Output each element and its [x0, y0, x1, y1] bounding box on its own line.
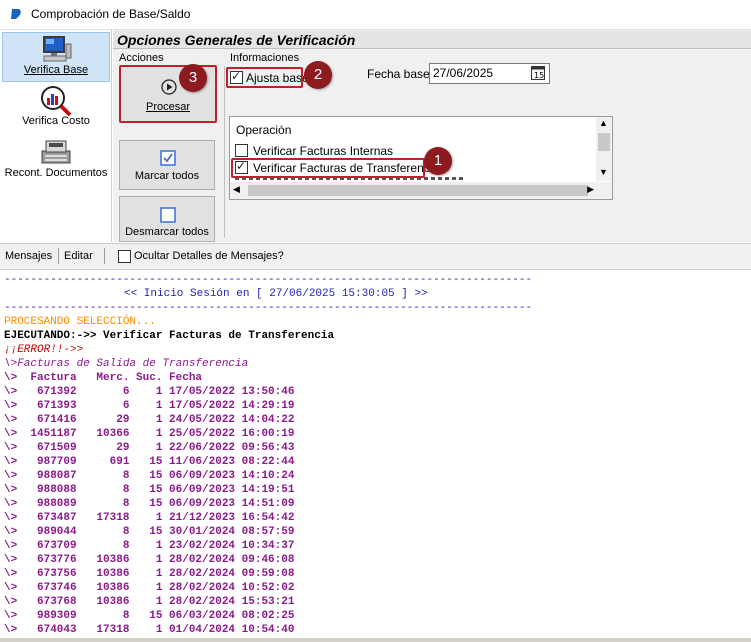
- sidebar-item-label: Recont. Documentos: [4, 167, 108, 179]
- annotation-badge-1: 1: [424, 147, 452, 175]
- menu-mensajes[interactable]: Mensajes: [5, 250, 52, 262]
- log-row: \> 673756 10386 1 28/02/2024 09:59:08: [4, 568, 295, 580]
- annotation-badge-3: 3: [179, 64, 207, 92]
- log-row: \> 989044 8 15 30/01/2024 08:57:59: [4, 526, 295, 538]
- log-row: \> 673768 10386 1 28/02/2024 15:53:21: [4, 596, 295, 608]
- log-row: \> 671509 29 1 22/06/2022 09:56:43: [4, 442, 295, 454]
- log-table-header: \> Factura Merc. Suc. Fecha: [4, 372, 203, 384]
- log-row: \> 671392 6 1 17/05/2022 13:50:46: [4, 386, 295, 398]
- acciones-label: Acciones: [119, 52, 164, 64]
- svg-text:15: 15: [534, 71, 544, 80]
- log-error: ¡¡ERROR!!->>: [4, 344, 84, 356]
- scrollbar-thumb[interactable]: [248, 185, 588, 196]
- app-icon: [11, 9, 21, 19]
- log-section-title: \>Facturas de Salida de Transferencia: [4, 358, 249, 370]
- sidebar-item-label: Verifica Costo: [22, 115, 90, 127]
- vertical-scrollbar[interactable]: ▲ ▼: [596, 117, 612, 181]
- group-divider: [224, 66, 225, 238]
- menu-editar[interactable]: Editar: [64, 250, 93, 262]
- desmarcar-label: Desmarcar todos: [125, 226, 209, 238]
- log-row: \> 673776 10386 1 28/02/2024 09:46:08: [4, 554, 295, 566]
- scroll-right-icon[interactable]: ▶: [587, 184, 594, 195]
- log-procesando: PROCESANDO SELECCIÓN...: [4, 316, 156, 328]
- menu-divider: [58, 248, 59, 264]
- title-bar: Comprobación de Base/Saldo: [0, 0, 751, 30]
- window-title: Comprobación de Base/Saldo: [31, 7, 191, 21]
- desmarcar-todos-button[interactable]: Desmarcar todos: [119, 196, 215, 242]
- sidebar-item-label: Verifica Base: [23, 64, 89, 76]
- log-row: \> 671393 6 1 17/05/2022 14:29:19: [4, 400, 295, 412]
- checkbox-checked-icon: [160, 150, 176, 166]
- log-row: \> 673487 17318 1 21/12/2023 16:54:42: [4, 512, 295, 524]
- cash-register-icon: [41, 140, 71, 164]
- sidebar-item-verifica-base[interactable]: Verifica Base: [2, 32, 110, 82]
- log-row: \> 987709 691 15 11/06/2023 08:22:44: [4, 456, 295, 468]
- scroll-up-icon[interactable]: ▲: [599, 118, 608, 128]
- marcar-label: Marcar todos: [134, 170, 200, 182]
- log-row: \> 674043 17318 1 01/04/2024 10:54:40: [4, 624, 295, 636]
- operacion-checkbox[interactable]: [235, 144, 248, 157]
- horizontal-scrollbar[interactable]: ◀ ▶: [230, 182, 612, 199]
- scrollbar-thumb[interactable]: [598, 133, 610, 151]
- messages-toolbar: Mensajes Editar Ocultar Detalles de Mens…: [0, 243, 751, 270]
- scroll-down-icon[interactable]: ▼: [599, 167, 608, 177]
- log-row: \> 988088 8 15 06/09/2023 14:19:51: [4, 484, 295, 496]
- log-separator: ----------------------------------------…: [4, 302, 533, 314]
- panel-title: Opciones Generales de Verificación: [113, 31, 751, 49]
- sidebar: Verifica Base Verifica Costo Recont. Doc…: [0, 30, 112, 242]
- message-log[interactable]: ----------------------------------------…: [0, 271, 751, 638]
- sidebar-item-verifica-costo[interactable]: Verifica Costo: [2, 85, 110, 133]
- marcar-todos-button[interactable]: Marcar todos: [119, 140, 215, 190]
- checkbox-empty-icon: [160, 207, 176, 223]
- log-separator: ----------------------------------------…: [4, 274, 533, 286]
- log-row: \> 988087 8 15 06/09/2023 14:10:24: [4, 470, 295, 482]
- informaciones-label: Informaciones: [230, 52, 300, 64]
- ocultar-detalles-label: Ocultar Detalles de Mensajes?: [134, 250, 284, 262]
- highlight-transferencia: [231, 158, 425, 178]
- log-session-start: << Inicio Sesión en [ 27/06/2025 15:30:0…: [124, 288, 428, 300]
- annotation-badge-2: 2: [304, 61, 332, 89]
- calendar-icon[interactable]: 15: [531, 66, 545, 80]
- status-bar: [0, 638, 751, 642]
- log-row: \> 673709 8 1 23/02/2024 10:34:37: [4, 540, 295, 552]
- menu-divider: [104, 248, 105, 264]
- magnifier-chart-icon: [41, 86, 72, 117]
- highlight-ajusta-base: [226, 67, 303, 88]
- scroll-left-icon[interactable]: ◀: [233, 184, 240, 195]
- sidebar-item-recont-documentos[interactable]: Recont. Documentos: [2, 137, 110, 185]
- log-ejecutando: EJECUTANDO:->> Verificar Facturas de Tra…: [4, 330, 335, 342]
- operacion-label: Verificar Facturas Internas: [253, 144, 394, 158]
- log-row: \> 988089 8 15 06/09/2023 14:51:09: [4, 498, 295, 510]
- fecha-base-label: Fecha base: [367, 67, 430, 81]
- log-row: \> 671416 29 1 24/05/2022 14:04:22: [4, 414, 295, 426]
- options-panel: Opciones Generales de Verificación Accio…: [113, 30, 751, 242]
- log-row: \> 989309 8 15 06/03/2024 08:02:25: [4, 610, 295, 622]
- log-row: \> 1451187 10366 1 25/05/2022 16:00:19: [4, 428, 295, 440]
- log-row: \> 673746 10386 1 28/02/2024 10:52:02: [4, 582, 295, 594]
- fecha-base-value: 27/06/2025: [433, 66, 494, 80]
- operacion-header: Operación: [236, 123, 292, 137]
- ocultar-detalles-checkbox[interactable]: [118, 250, 131, 263]
- computer-icon: [43, 36, 72, 62]
